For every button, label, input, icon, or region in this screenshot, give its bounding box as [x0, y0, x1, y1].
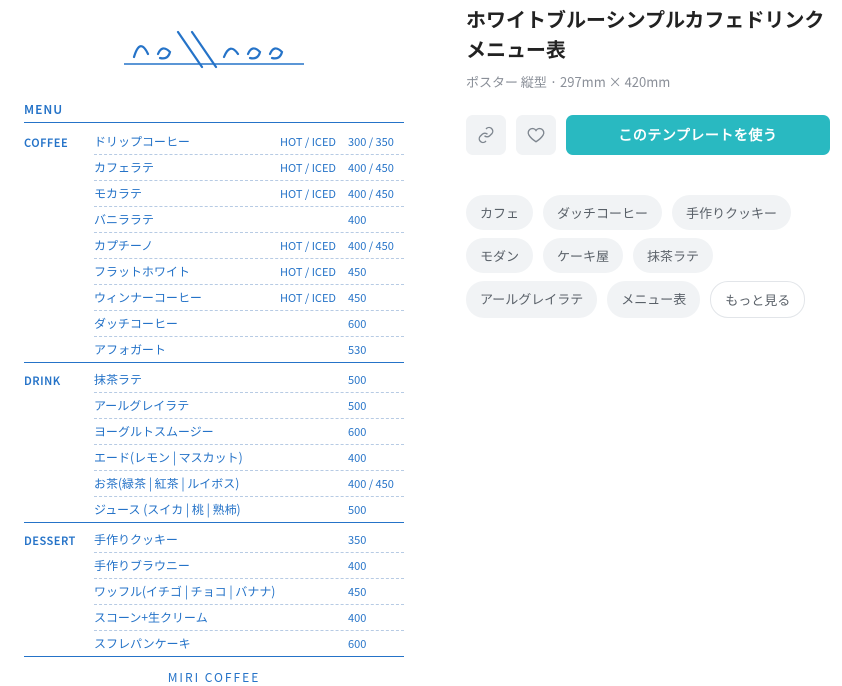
menu-section: DRINK抹茶ラテ 500 アールグレイラテ 500 ヨーグルトスムージー 600 エード(…	[24, 367, 404, 523]
item-price: 450	[348, 264, 404, 280]
menu-item: 手作りブラウニー 400	[94, 553, 404, 579]
menu-item: モカラテHOT / ICED400 / 450	[94, 181, 404, 207]
item-name: 手作りクッキー	[94, 531, 178, 548]
template-preview: MENU COFFEEドリップコーヒーHOT / ICED300 / 350カフ…	[0, 0, 420, 602]
menu-item: お茶(緑茶 | 紅茶 | ルイボス) 400 / 450	[94, 471, 404, 497]
section-label: DRINK	[24, 367, 94, 522]
tag[interactable]: 抹茶ラテ	[633, 238, 713, 273]
item-price: 400	[348, 450, 404, 466]
tag[interactable]: カフェ	[466, 195, 533, 230]
more-tags-button[interactable]: もっと見る	[710, 281, 805, 318]
tag[interactable]: メニュー表	[607, 281, 700, 318]
item-name: ヨーグルトスムージー	[94, 423, 214, 440]
item-price: 500	[348, 398, 404, 414]
menu-section: DESSERT手作りクッキー 350 手作りブラウニー 400 ワッフル(イチゴ | チ…	[24, 527, 404, 657]
item-price: 530	[348, 342, 404, 358]
menu-item: 手作りクッキー 350	[94, 527, 404, 553]
item-name: アールグレイラテ	[94, 397, 189, 414]
link-icon	[477, 126, 495, 144]
details-panel: ホワイトブルーシンプルカフェドリンクメニュー表 ポスター 縦型 · 297mm …	[420, 0, 842, 602]
item-name: フラットホワイト	[94, 263, 190, 280]
menu-item: アフォガート 530	[94, 337, 404, 362]
share-button[interactable]	[466, 115, 506, 155]
item-name: カプチーノ	[94, 237, 153, 254]
tag-list: カフェダッチコーヒー手作りクッキーモダンケーキ屋抹茶ラテアールグレイラテメニュー…	[466, 195, 830, 318]
template-title: ホワイトブルーシンプルカフェドリンクメニュー表	[466, 4, 830, 64]
menu-item: ウィンナーコーヒーHOT / ICED450	[94, 285, 404, 311]
menu-title: MENU	[24, 101, 404, 123]
section-items: 手作りクッキー 350 手作りブラウニー 400 ワッフル(イチゴ | チョコ | バナ…	[94, 527, 404, 656]
menu-footer: MIRI COFFEE	[14, 669, 414, 686]
item-price: 400 / 450	[348, 186, 404, 202]
tag[interactable]: モダン	[466, 238, 533, 273]
item-name: 手作りブラウニー	[94, 557, 190, 574]
menu-section: COFFEEドリップコーヒーHOT / ICED300 / 350カフェラテHO…	[24, 129, 404, 363]
menu-item: ヨーグルトスムージー 600	[94, 419, 404, 445]
item-name: モカラテ	[94, 185, 142, 202]
tag[interactable]: ケーキ屋	[543, 238, 623, 273]
item-name: ドリップコーヒー	[94, 133, 190, 150]
logo	[14, 22, 414, 81]
item-temp: HOT / ICED	[190, 134, 348, 150]
item-price: 450	[348, 290, 404, 306]
item-temp: HOT / ICED	[154, 160, 348, 176]
section-label: COFFEE	[24, 129, 94, 362]
item-name: ウィンナーコーヒー	[94, 289, 202, 306]
section-label: DESSERT	[24, 527, 94, 656]
item-temp: HOT / ICED	[142, 186, 348, 202]
favorite-button[interactable]	[516, 115, 556, 155]
menu-item: バニララテ 400	[94, 207, 404, 233]
item-price: 400 / 450	[348, 476, 404, 492]
item-name: スコーン+生クリーム	[94, 609, 208, 626]
item-price: 400 / 450	[348, 160, 404, 176]
item-name: お茶(緑茶 | 紅茶 | ルイボス)	[94, 475, 239, 492]
item-price: 350	[348, 532, 404, 548]
menu-item: エード(レモン | マスカット) 400	[94, 445, 404, 471]
menu-item: 抹茶ラテ 500	[94, 367, 404, 393]
menu-item: フラットホワイトHOT / ICED450	[94, 259, 404, 285]
item-price: 500	[348, 502, 404, 518]
item-price: 450	[348, 584, 404, 600]
template-meta: ポスター 縦型 · 297mm × 420mm	[466, 72, 830, 91]
item-price: 600	[348, 636, 404, 652]
menu-item: ダッチコーヒー 600	[94, 311, 404, 337]
item-name: バニララテ	[94, 211, 154, 228]
item-price: 600	[348, 424, 404, 440]
item-name: スフレパンケーキ	[94, 635, 191, 652]
menu-item: カフェラテHOT / ICED400 / 450	[94, 155, 404, 181]
item-temp: HOT / ICED	[202, 290, 348, 306]
item-price: 400	[348, 212, 404, 228]
action-row: このテンプレートを使う	[466, 115, 830, 155]
item-temp: HOT / ICED	[153, 238, 348, 254]
item-name: アフォガート	[94, 341, 166, 358]
item-name: ワッフル(イチゴ | チョコ | バナナ)	[94, 583, 275, 600]
tag[interactable]: 手作りクッキー	[672, 195, 791, 230]
item-name: 抹茶ラテ	[94, 371, 142, 388]
menu-item: ドリップコーヒーHOT / ICED300 / 350	[94, 129, 404, 155]
menu-card: MENU COFFEEドリップコーヒーHOT / ICED300 / 350カフ…	[14, 22, 414, 686]
item-price: 600	[348, 316, 404, 332]
tag[interactable]: ダッチコーヒー	[543, 195, 662, 230]
menu-item: ジュース (スイカ | 桃 | 熟柿) 500	[94, 497, 404, 522]
menu-item: スフレパンケーキ 600	[94, 631, 404, 656]
menu-item: アールグレイラテ 500	[94, 393, 404, 419]
item-name: ダッチコーヒー	[94, 315, 178, 332]
item-name: ジュース (スイカ | 桃 | 熟柿)	[94, 501, 241, 518]
item-price: 300 / 350	[348, 134, 404, 150]
item-price: 400 / 450	[348, 238, 404, 254]
section-items: ドリップコーヒーHOT / ICED300 / 350カフェラテHOT / IC…	[94, 129, 404, 362]
item-price: 500	[348, 372, 404, 388]
heart-icon	[527, 126, 545, 144]
use-template-button[interactable]: このテンプレートを使う	[566, 115, 830, 155]
section-items: 抹茶ラテ 500 アールグレイラテ 500 ヨーグルトスムージー 600 エード(レモン |…	[94, 367, 404, 522]
item-name: カフェラテ	[94, 159, 154, 176]
item-price: 400	[348, 610, 404, 626]
menu-item: ワッフル(イチゴ | チョコ | バナナ) 450	[94, 579, 404, 605]
item-price: 400	[348, 558, 404, 574]
item-temp: HOT / ICED	[190, 264, 348, 280]
menu-item: スコーン+生クリーム 400	[94, 605, 404, 631]
tag[interactable]: アールグレイラテ	[466, 281, 597, 318]
item-name: エード(レモン | マスカット)	[94, 449, 243, 466]
menu-item: カプチーノHOT / ICED400 / 450	[94, 233, 404, 259]
